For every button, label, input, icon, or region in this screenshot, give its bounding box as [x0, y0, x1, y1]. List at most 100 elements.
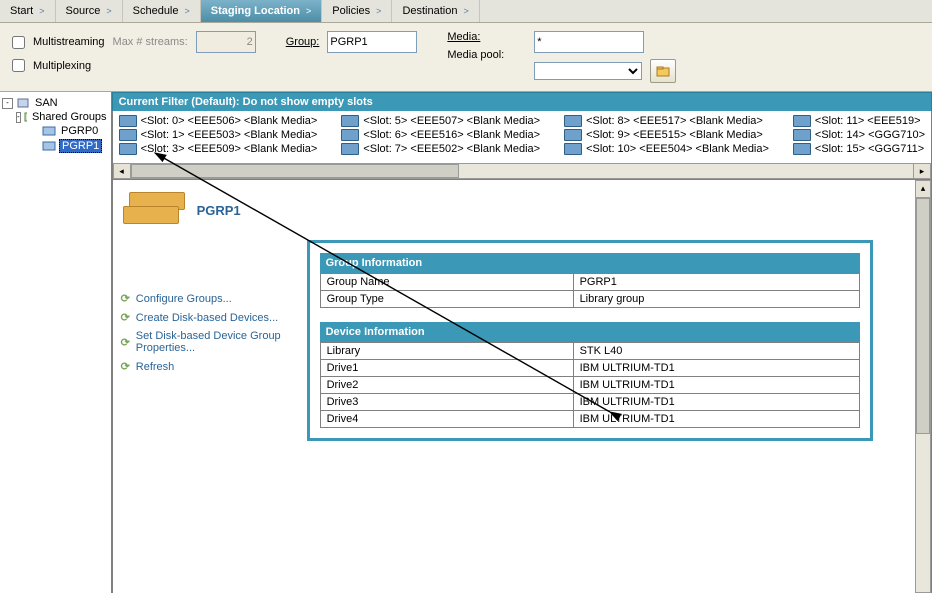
scroll-up-arrow[interactable]: ▴ [915, 180, 931, 198]
max-streams-field [196, 31, 256, 53]
tape-icon [119, 129, 137, 141]
detail-vertical-scrollbar[interactable]: ▴ ▾ [915, 180, 931, 593]
action-configure-groups[interactable]: ⟳ Configure Groups... [121, 292, 289, 305]
group-info-title: Group Information [320, 253, 860, 273]
scroll-right-arrow[interactable]: ▸ [913, 163, 931, 179]
refresh-icon: ⟳ [121, 311, 130, 324]
main-area: - SAN - Shared Groups PGRP0 PGRP1 Curren… [0, 92, 932, 593]
tape-icon [564, 115, 582, 127]
action-label: Configure Groups... [136, 293, 232, 305]
slot-item[interactable]: <Slot: 11> <EEE519> [793, 115, 925, 127]
multiplexing-label: Multiplexing [33, 60, 91, 72]
tab-policies[interactable]: Policies > [322, 0, 392, 22]
group-title: PGRP1 [197, 203, 241, 218]
actions-list: ⟳ Configure Groups... ⟳ Create Disk-based … [121, 292, 289, 441]
tab-label: Policies [332, 5, 370, 17]
table-row: Drive3IBM ULTRIUM-TD1 [320, 394, 859, 411]
tab-label: Source [66, 5, 101, 17]
tape-icon [793, 129, 811, 141]
multiplexing-checkbox[interactable] [12, 59, 25, 72]
group-icon [42, 125, 56, 137]
device-tree: - SAN - Shared Groups PGRP0 PGRP1 [0, 92, 112, 593]
info-tables: Group Information Group NamePGRP1 Group … [307, 240, 873, 441]
slot-item[interactable]: <Slot: 6> <EEE516> <Blank Media> [341, 129, 540, 141]
tape-icon [119, 115, 137, 127]
tree-collapse-toggle[interactable]: - [2, 98, 13, 109]
chevron-right-icon: > [463, 6, 468, 16]
slot-item[interactable]: <Slot: 15> <GGG711> [793, 143, 925, 155]
table-row: Group TypeLibrary group [320, 291, 859, 308]
refresh-icon: ⟳ [121, 292, 130, 305]
table-row: Group NamePGRP1 [320, 274, 859, 291]
chevron-right-icon: > [376, 6, 381, 16]
tab-staging-location[interactable]: Staging Location> [201, 0, 323, 22]
slot-item[interactable]: <Slot: 3> <EEE509> <Blank Media> [119, 143, 318, 155]
device-info-table: LibrarySTK L40 Drive1IBM ULTRIUM-TD1 Dri… [320, 342, 860, 428]
san-icon [16, 97, 30, 109]
media-label: Media: [447, 31, 480, 43]
chevron-right-icon: > [306, 6, 311, 16]
scrollbar-thumb[interactable] [131, 164, 460, 178]
scrollbar-thumb[interactable] [916, 198, 930, 434]
tape-icon [341, 143, 359, 155]
slot-item[interactable]: <Slot: 1> <EEE503> <Blank Media> [119, 129, 318, 141]
slot-item[interactable]: <Slot: 5> <EEE507> <Blank Media> [341, 115, 540, 127]
action-set-device-properties[interactable]: ⟳ Set Disk-based Device Group Properties.… [121, 330, 289, 354]
slot-item[interactable]: <Slot: 8> <EEE517> <Blank Media> [564, 115, 769, 127]
group-container-icon [24, 111, 27, 123]
wizard-tabbar: Start > Source > Schedule> Staging Locatio… [0, 0, 932, 23]
tab-source[interactable]: Source > [56, 0, 123, 22]
slot-item[interactable]: <Slot: 0> <EEE506> <Blank Media> [119, 115, 318, 127]
detail-panel: PGRP1 ⟳ Configure Groups... ⟳ Create Disk-… [113, 180, 915, 593]
chevron-right-icon: > [39, 6, 44, 16]
action-label: Refresh [136, 361, 175, 373]
filter-title: Current Filter (Default): Do not show em… [112, 92, 932, 111]
tree-collapse-toggle[interactable]: - [16, 112, 21, 123]
action-refresh[interactable]: ⟳Refresh [121, 360, 289, 373]
action-create-disk-devices[interactable]: ⟳ Create Disk-based Devices... [121, 311, 289, 324]
tab-label: Start [10, 5, 33, 17]
right-pane: Current Filter (Default): Do not show em… [112, 92, 932, 593]
tree-node-group[interactable]: PGRP0 [59, 125, 100, 137]
tape-icon [341, 115, 359, 127]
multistreaming-checkbox[interactable] [12, 36, 25, 49]
tree-node-group-selected[interactable]: PGRP1 [59, 139, 102, 153]
slots-horizontal-scrollbar[interactable]: ◂ ▸ [113, 163, 931, 179]
scroll-left-arrow[interactable]: ◂ [113, 163, 131, 179]
tab-start[interactable]: Start > [0, 0, 56, 22]
tree-node-san[interactable]: SAN [33, 97, 60, 109]
tree-node-shared-groups[interactable]: Shared Groups [30, 111, 109, 123]
mediapool-label: Media pool: [447, 49, 504, 61]
table-row: LibrarySTK L40 [320, 343, 859, 360]
slot-item[interactable]: <Slot: 7> <EEE502> <Blank Media> [341, 143, 540, 155]
chevron-right-icon: > [185, 6, 190, 16]
table-row: Drive2IBM ULTRIUM-TD1 [320, 377, 859, 394]
tab-destination[interactable]: Destination > [392, 0, 479, 22]
options-panel: Multistreaming Max # streams: Multiplexi… [0, 23, 932, 92]
slot-item[interactable]: <Slot: 10> <EEE504> <Blank Media> [564, 143, 769, 155]
media-field[interactable] [534, 31, 644, 53]
table-row: Drive1IBM ULTRIUM-TD1 [320, 360, 859, 377]
multistreaming-label: Multistreaming [33, 36, 105, 48]
mediapool-action-button[interactable] [650, 59, 676, 83]
slots-panel: <Slot: 0> <EEE506> <Blank Media> <Slot: … [112, 111, 932, 180]
refresh-icon: ⟳ [121, 336, 130, 349]
group-label: Group: [286, 36, 320, 48]
tab-label: Destination [402, 5, 457, 17]
action-label: Set Disk-based Device Group Properties..… [136, 330, 289, 354]
tab-schedule[interactable]: Schedule> [123, 0, 201, 22]
tape-icon [564, 143, 582, 155]
device-info-title: Device Information [320, 322, 860, 342]
group-icon [42, 140, 56, 152]
group-field[interactable] [327, 31, 417, 53]
tape-icon [341, 129, 359, 141]
slot-item[interactable]: <Slot: 9> <EEE515> <Blank Media> [564, 129, 769, 141]
group-info-table: Group NamePGRP1 Group TypeLibrary group [320, 273, 860, 308]
mediapool-select[interactable] [534, 62, 642, 80]
chevron-right-icon: > [106, 6, 111, 16]
action-label: Create Disk-based Devices... [136, 312, 278, 324]
library-group-icon [121, 188, 185, 232]
max-streams-label: Max # streams: [113, 36, 188, 48]
slot-item[interactable]: <Slot: 14> <GGG710> [793, 129, 925, 141]
folder-icon [656, 64, 670, 78]
